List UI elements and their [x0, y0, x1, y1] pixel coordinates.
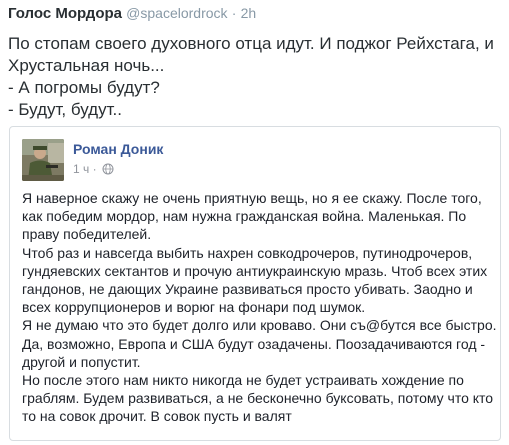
quoted-post-body: Я наверное скажу не очень приятную вещь,…: [22, 189, 497, 426]
tweet-text-line: - Будут, будут..: [8, 100, 122, 119]
body-line: всех коррупционеров и ворюг на фонари по…: [22, 299, 366, 316]
body-line: гандонов, не дающих Украине развиваться …: [22, 281, 473, 298]
body-line: праву победителей.: [22, 226, 152, 243]
body-line: другой и попустит.: [22, 353, 141, 370]
body-line: гундяевских сектантов и прочую антиукраи…: [22, 262, 488, 279]
tweet-text-line: По стопам своего духовного отца идут. И …: [8, 34, 494, 53]
author-display-name[interactable]: Голос Мордора: [8, 5, 122, 22]
tweet-timestamp[interactable]: 2h: [241, 5, 257, 21]
tweet-text-line: Хрустальная ночь...: [8, 56, 165, 75]
tweet: Голос Мордора @spacelordrock · 2h По сто…: [0, 0, 509, 445]
tweet-text: По стопам своего духовного отца идут. И …: [8, 33, 503, 121]
body-line: Я наверное скажу не очень приятную вещь,…: [22, 190, 482, 206]
meta-separator: ·: [92, 162, 97, 176]
globe-icon: [102, 163, 114, 175]
avatar-photo-icon: [22, 139, 64, 181]
body-line: граблям. Будем развиваться, а не бесконе…: [22, 390, 494, 407]
tweet-text-line: - А погромы будут?: [8, 78, 160, 97]
quoted-post-time[interactable]: 1 ч: [73, 162, 89, 176]
quoted-post-card[interactable]: Роман Доник 1 ч · Я наверное скажу не оч…: [9, 126, 501, 441]
body-line: то на совок дрочит. В совок пусть и валя…: [22, 408, 292, 425]
header-separator: ·: [231, 5, 237, 21]
avatar[interactable]: [22, 139, 64, 181]
quoted-author-name[interactable]: Роман Доник: [73, 141, 163, 157]
body-line: как победим мордор, нам нужна гражданска…: [22, 208, 467, 225]
body-line: Я не думаю что это будет долго или крова…: [22, 317, 497, 334]
quoted-post-meta: 1 ч ·: [73, 162, 114, 176]
author-handle[interactable]: @spacelordrock: [126, 5, 227, 21]
body-line: Да, возможно, Европа и США будут озадаче…: [22, 335, 486, 352]
body-line: Чтоб раз и навсегда выбить нахрен совкод…: [22, 244, 473, 261]
tweet-header: Голос Мордора @spacelordrock · 2h: [8, 4, 256, 23]
body-line: Но после этого нам никто никогда не буде…: [22, 372, 464, 389]
